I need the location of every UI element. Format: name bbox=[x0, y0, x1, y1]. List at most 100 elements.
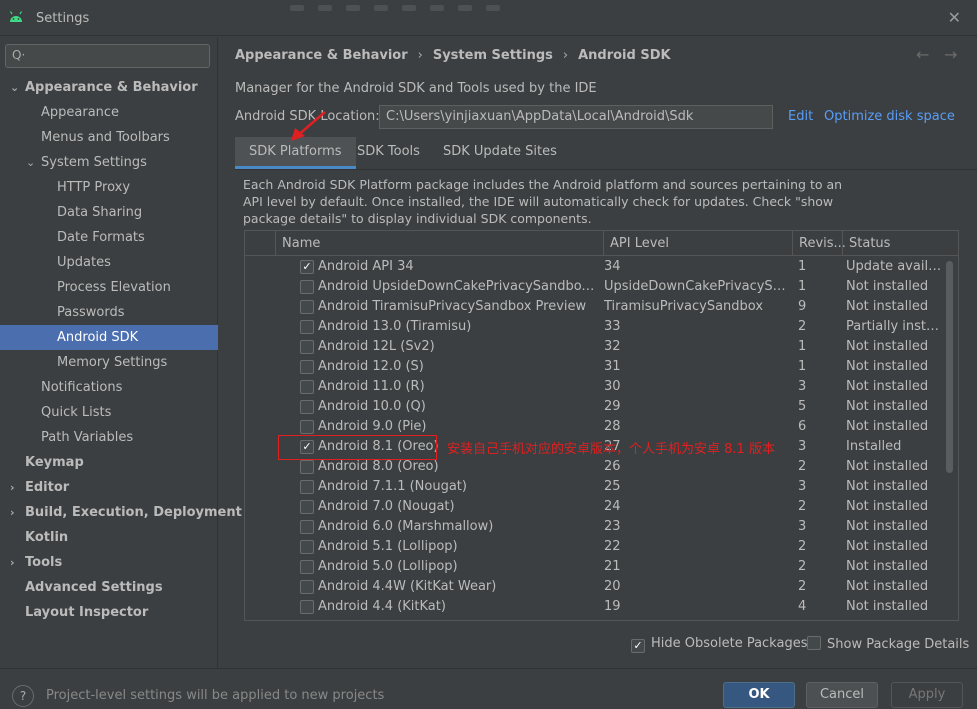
tree-item-data-sharing[interactable]: Data Sharing bbox=[0, 200, 218, 225]
table-row[interactable]: Android 12L (Sv2) 32 1 Not installed bbox=[245, 337, 945, 357]
row-checkbox[interactable]: ✓ bbox=[300, 260, 314, 274]
column-header-revision[interactable]: Revis... bbox=[792, 231, 846, 256]
cell-status: Update availa... bbox=[846, 259, 942, 274]
chevron-right-icon[interactable]: › bbox=[10, 475, 15, 500]
row-checkbox[interactable] bbox=[300, 600, 314, 614]
row-checkbox[interactable] bbox=[300, 360, 314, 374]
tab-sdk-tools[interactable]: SDK Tools bbox=[343, 137, 434, 169]
table-row[interactable]: Android 11.0 (R) 30 3 Not installed bbox=[245, 377, 945, 397]
tree-item-keymap[interactable]: Keymap bbox=[0, 450, 218, 475]
row-checkbox[interactable] bbox=[300, 560, 314, 574]
highlight-box bbox=[278, 435, 437, 460]
tree-item-build-execution-deployment[interactable]: › Build, Execution, Deployment bbox=[0, 500, 242, 525]
cell-api-level: 21 bbox=[604, 559, 621, 574]
row-checkbox[interactable] bbox=[300, 500, 314, 514]
title-bar: Settings ✕ bbox=[0, 0, 977, 36]
table-row[interactable]: Android 10.0 (Q) 29 5 Not installed bbox=[245, 397, 945, 417]
chevron-right-icon[interactable]: › bbox=[10, 500, 15, 525]
tree-item-memory-settings[interactable]: Memory Settings bbox=[0, 350, 218, 375]
tree-item-date-formats[interactable]: Date Formats bbox=[0, 225, 218, 250]
row-checkbox[interactable] bbox=[300, 540, 314, 554]
column-header-api-level[interactable]: API Level bbox=[603, 231, 792, 256]
cell-revision: 1 bbox=[798, 279, 807, 294]
table-row[interactable]: Android 13.0 (Tiramisu) 33 2 Partially inst… bbox=[245, 317, 945, 337]
table-row[interactable]: Android 5.1 (Lollipop) 22 2 Not installed bbox=[245, 537, 945, 557]
cell-revision: 3 bbox=[798, 479, 807, 494]
apply-button[interactable]: Apply bbox=[891, 682, 963, 708]
tree-item-appearance-behavior[interactable]: ⌄ Appearance & Behavior bbox=[0, 75, 218, 100]
row-checkbox[interactable] bbox=[300, 320, 314, 334]
tree-item-notifications[interactable]: Notifications bbox=[0, 375, 218, 400]
tree-item-system-settings[interactable]: ⌄ System Settings bbox=[0, 150, 218, 175]
edit-link[interactable]: Edit bbox=[788, 109, 813, 124]
row-checkbox[interactable] bbox=[300, 480, 314, 494]
tab-sdk-update-sites[interactable]: SDK Update Sites bbox=[429, 137, 571, 169]
table-row[interactable]: Android TiramisuPrivacySandbox Preview Ti… bbox=[245, 297, 945, 317]
table-row[interactable]: Android 4.4W (KitKat Wear) 20 2 Not install… bbox=[245, 577, 945, 597]
cell-name: Android 4.4W (KitKat Wear) bbox=[318, 579, 497, 594]
table-row[interactable]: Android 9.0 (Pie) 28 6 Not installed bbox=[245, 417, 945, 437]
row-checkbox[interactable] bbox=[300, 380, 314, 394]
show-details-option[interactable]: Show Package Details bbox=[807, 636, 969, 652]
table-row[interactable]: Android 7.1.1 (Nougat) 25 3 Not installed bbox=[245, 477, 945, 497]
tree-item-http-proxy[interactable]: HTTP Proxy bbox=[0, 175, 218, 200]
back-arrow-icon[interactable]: ← bbox=[916, 45, 929, 64]
table-row[interactable]: Android 6.0 (Marshmallow) 23 3 Not installe… bbox=[245, 517, 945, 537]
table-row[interactable]: Android 4.4 (KitKat) 19 4 Not installed bbox=[245, 597, 945, 617]
row-checkbox[interactable] bbox=[300, 280, 314, 294]
table-row[interactable]: Android 8.0 (Oreo) 26 2 Not installed bbox=[245, 457, 945, 477]
help-icon[interactable]: ? bbox=[12, 685, 34, 707]
tree-item-appearance[interactable]: Appearance bbox=[0, 100, 218, 125]
row-checkbox[interactable] bbox=[300, 580, 314, 594]
checkbox[interactable] bbox=[807, 636, 821, 650]
row-checkbox[interactable] bbox=[300, 520, 314, 534]
tree-item-advanced-settings[interactable]: Advanced Settings bbox=[0, 575, 218, 600]
table-row[interactable]: ✓ Android API 34 34 1 Update availa... bbox=[245, 257, 945, 277]
close-icon[interactable]: ✕ bbox=[948, 8, 961, 27]
chevron-down-icon[interactable]: ⌄ bbox=[10, 75, 19, 100]
scrollbar-thumb[interactable] bbox=[946, 261, 953, 473]
cell-status: Not installed bbox=[846, 399, 929, 414]
tree-item-passwords[interactable]: Passwords bbox=[0, 300, 218, 325]
tree-item-updates[interactable]: Updates bbox=[0, 250, 218, 275]
cell-name: Android TiramisuPrivacySandbox Preview bbox=[318, 299, 587, 314]
table-row[interactable]: Android 12.0 (S) 31 1 Not installed bbox=[245, 357, 945, 377]
tree-item-path-variables[interactable]: Path Variables bbox=[0, 425, 218, 450]
forward-arrow-icon[interactable]: → bbox=[944, 45, 957, 64]
chevron-down-icon[interactable]: ⌄ bbox=[26, 150, 35, 175]
tree-item-quick-lists[interactable]: Quick Lists bbox=[0, 400, 218, 425]
optimize-disk-space-link[interactable]: Optimize disk space bbox=[824, 109, 955, 124]
cell-revision: 3 bbox=[798, 519, 807, 534]
cancel-button[interactable]: Cancel bbox=[806, 682, 878, 708]
row-checkbox[interactable] bbox=[300, 460, 314, 474]
table-row[interactable]: Android 5.0 (Lollipop) 21 2 Not installed bbox=[245, 557, 945, 577]
cell-name: Android 12L (Sv2) bbox=[318, 339, 435, 354]
sdk-platforms-table: Name API Level Revis... Status ✓ Android … bbox=[244, 230, 959, 621]
row-checkbox[interactable] bbox=[300, 300, 314, 314]
sdk-location-field[interactable]: C:\Users\yinjiaxuan\AppData\Local\Androi… bbox=[379, 105, 773, 129]
ok-button[interactable]: OK bbox=[723, 682, 795, 708]
breadcrumb-item: Appearance & Behavior bbox=[235, 48, 408, 63]
cell-revision: 3 bbox=[798, 379, 807, 394]
column-header-status[interactable]: Status bbox=[842, 231, 945, 256]
column-header-name[interactable]: Name bbox=[275, 231, 603, 256]
search-input[interactable]: Q· bbox=[5, 44, 210, 68]
row-checkbox[interactable] bbox=[300, 400, 314, 414]
tree-item-editor[interactable]: › Editor bbox=[0, 475, 218, 500]
tree-item-layout-inspector[interactable]: Layout Inspector bbox=[0, 600, 218, 625]
row-checkbox[interactable] bbox=[300, 420, 314, 434]
checkbox[interactable]: ✓ bbox=[631, 639, 645, 653]
table-row[interactable]: Android UpsideDownCakePrivacySandbox Pre… bbox=[245, 277, 945, 297]
hide-obsolete-option[interactable]: ✓ Hide Obsolete Packages bbox=[631, 636, 807, 653]
table-row[interactable]: Android 7.0 (Nougat) 24 2 Not installed bbox=[245, 497, 945, 517]
tree-item-menus-toolbars[interactable]: Menus and Toolbars bbox=[0, 125, 218, 150]
row-checkbox[interactable] bbox=[300, 340, 314, 354]
cell-status: Not installed bbox=[846, 379, 929, 394]
tree-item-tools[interactable]: › Tools bbox=[0, 550, 218, 575]
cell-name: Android UpsideDownCakePrivacySandbox Pre… bbox=[318, 279, 600, 294]
table-scrollbar[interactable] bbox=[945, 257, 955, 619]
tree-item-kotlin[interactable]: Kotlin bbox=[0, 525, 218, 550]
tree-item-android-sdk[interactable]: Android SDK bbox=[0, 325, 218, 350]
tree-item-process-elevation[interactable]: Process Elevation bbox=[0, 275, 218, 300]
chevron-right-icon[interactable]: › bbox=[10, 550, 15, 575]
